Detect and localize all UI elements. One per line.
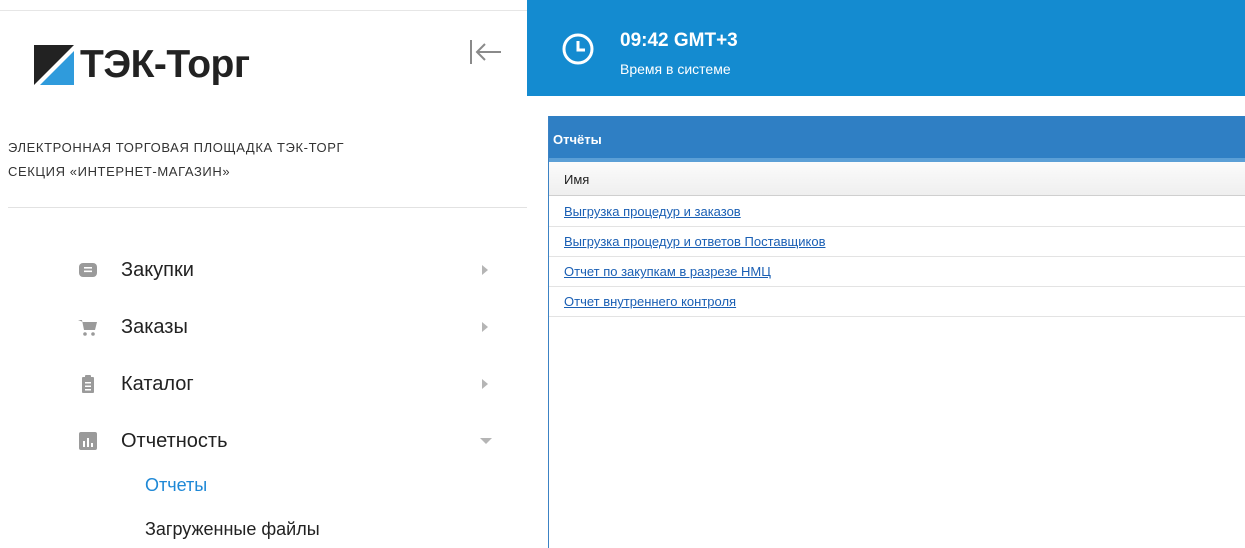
chevron-right-icon	[480, 321, 490, 333]
logo-mark-icon	[34, 45, 74, 85]
panel-title: Отчёты	[549, 116, 1245, 158]
sidebar-item-orders[interactable]: Заказы	[0, 307, 527, 347]
divider	[0, 10, 527, 11]
sidebar-subitem-reports[interactable]: Отчеты	[145, 474, 207, 496]
system-time: 09:42 GMT+3	[620, 30, 738, 51]
system-time-caption: Время в системе	[620, 61, 731, 77]
sidebar-item-label: Заказы	[121, 316, 188, 338]
chevron-down-icon	[480, 435, 492, 447]
table-row: Выгрузка процедур и заказов	[549, 197, 1245, 227]
table-row: Отчет по закупкам в разрезе НМЦ	[549, 257, 1245, 287]
platform-subtitle: Электронная торговая площадка ТЭК-Торг С…	[8, 136, 488, 184]
report-link[interactable]: Выгрузка процедур и ответов Поставщиков	[564, 234, 825, 249]
sidebar: ТЭК-Торг Электронная торговая площадка Т…	[0, 0, 527, 548]
column-header-name[interactable]: Имя	[549, 162, 1245, 196]
table-row: Отчет внутреннего контроля	[549, 287, 1245, 317]
reports-panel: Отчёты Имя Выгрузка процедур и заказов В…	[548, 116, 1245, 548]
clock-icon	[561, 32, 595, 66]
chevron-right-icon	[480, 378, 490, 390]
sidebar-subitem-uploaded-files[interactable]: Загруженные файлы	[145, 518, 320, 540]
table-row: Выгрузка процедур и ответов Поставщиков	[549, 227, 1245, 257]
clipboard-icon	[78, 374, 98, 394]
logo[interactable]: ТЭК-Торг	[34, 40, 250, 90]
collapse-left-icon	[470, 40, 501, 64]
sidebar-item-reporting[interactable]: Отчетность	[0, 421, 527, 461]
chevron-right-icon	[480, 264, 490, 276]
collapse-sidebar-button[interactable]	[466, 36, 506, 68]
envelope-icon	[78, 260, 98, 280]
sidebar-item-catalog[interactable]: Каталог	[0, 364, 527, 404]
sidebar-item-label: Каталог	[121, 373, 194, 395]
sidebar-item-label: Закупки	[121, 259, 194, 281]
sidebar-item-purchases[interactable]: Закупки	[0, 250, 527, 290]
subtitle-line: Электронная торговая площадка ТЭК-Торг	[8, 140, 345, 155]
sidebar-item-label: Отчетность	[121, 430, 228, 452]
top-header: 09:42 GMT+3 Время в системе	[527, 0, 1245, 96]
report-link[interactable]: Отчет по закупкам в разрезе НМЦ	[564, 264, 771, 279]
subtitle-line: Секция «Интернет-магазин»	[8, 164, 231, 179]
bar-chart-icon	[78, 431, 98, 451]
cart-icon	[78, 317, 98, 337]
logo-text: ТЭК-Торг	[80, 43, 250, 86]
report-link[interactable]: Выгрузка процедур и заказов	[564, 204, 741, 219]
divider	[8, 207, 527, 208]
report-link[interactable]: Отчет внутреннего контроля	[564, 294, 736, 309]
